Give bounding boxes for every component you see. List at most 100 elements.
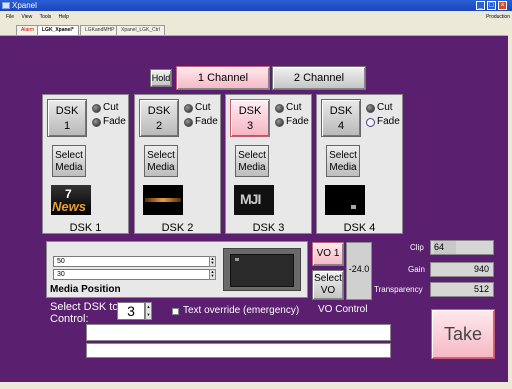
menu-tools[interactable]: Tools bbox=[40, 14, 52, 20]
dsk-1-thumbnail-mark: 7 bbox=[65, 187, 72, 201]
tab-lgkandmhp[interactable]: LGKandMHP bbox=[80, 25, 120, 35]
tab-alarm[interactable]: Alarm bbox=[16, 25, 40, 35]
override-text-line-2[interactable] bbox=[86, 343, 391, 358]
dsk-1-fade-led[interactable] bbox=[92, 118, 101, 127]
dsk-3-button-number: 3 bbox=[246, 120, 254, 132]
media-position-spinner-1[interactable]: ▲ ▼ bbox=[209, 256, 216, 267]
dsk-3-cut-led[interactable] bbox=[275, 104, 284, 113]
dsk-3-fade-led[interactable] bbox=[275, 118, 284, 127]
clip-label: Clip bbox=[410, 243, 424, 252]
media-position-field-2[interactable]: 30 bbox=[53, 269, 210, 280]
dsk-3-select-media-button[interactable]: Select Media bbox=[235, 145, 269, 177]
hold-button[interactable]: Hold bbox=[150, 69, 172, 87]
window-right-edge bbox=[508, 35, 512, 382]
minimize-icon[interactable]: _ bbox=[476, 1, 485, 10]
channel-1-button[interactable]: 1 Channel bbox=[176, 66, 270, 90]
take-button[interactable]: Take bbox=[431, 309, 495, 359]
dsk-panel-2: DSK 2 Cut Fade Select Media DSK 2 bbox=[134, 94, 221, 234]
vo-1-button[interactable]: VO 1 bbox=[312, 242, 344, 266]
dsk-2-thumbnail-graphic bbox=[145, 198, 181, 202]
dsk-1-button-text: DSK bbox=[55, 105, 79, 117]
menu-bar: File View Tools Help Production bbox=[0, 11, 512, 23]
dsk-1-cut-led[interactable] bbox=[92, 104, 101, 113]
preview-indicator-icon bbox=[235, 258, 239, 261]
tab-alarm-label: Alarm bbox=[21, 27, 35, 33]
dsk-4-select-text: Select bbox=[329, 150, 357, 161]
dsk-1-select-media-button[interactable]: Select Media bbox=[52, 145, 86, 177]
select-dsk-label: Select DSK to Control: bbox=[50, 301, 118, 325]
select-dsk-field[interactable]: 3 bbox=[117, 302, 145, 320]
menu-help[interactable]: Help bbox=[59, 14, 69, 20]
override-text-line-1[interactable] bbox=[86, 324, 391, 341]
dsk-1-thumbnail: 7 News bbox=[51, 185, 91, 215]
dsk-1-label: DSK 1 bbox=[69, 222, 102, 234]
title-bar: Xpanel _ □ × bbox=[0, 0, 512, 11]
dsk-3-thumbnail: MJI bbox=[234, 185, 274, 215]
gain-label: Gain bbox=[408, 265, 425, 274]
dsk-2-label: DSK 2 bbox=[161, 222, 194, 234]
tab-lgk-xpanel[interactable]: LGK_Xpanel* bbox=[37, 25, 79, 35]
tab-xpanel-lgk-ctrl-label: Xpanel_LGK_Ctrl bbox=[121, 27, 160, 33]
select-vo-text: Select bbox=[314, 273, 342, 284]
channel-2-button[interactable]: 2 Channel bbox=[272, 66, 366, 90]
vo-control-label: VO Control bbox=[318, 304, 368, 315]
tab-lgk-xpanel-label: LGK_Xpanel* bbox=[42, 27, 74, 33]
media-position-label: Media Position bbox=[50, 284, 121, 295]
transparency-value[interactable]: 512 bbox=[430, 282, 494, 297]
tab-lgkandmhp-label: LGKandMHP bbox=[85, 27, 115, 33]
select-dsk-label-line1: Select DSK to bbox=[50, 301, 119, 313]
dsk-4-fade-label: Fade bbox=[377, 116, 400, 127]
maximize-icon[interactable]: □ bbox=[487, 1, 496, 10]
dsk-4-thumbnail bbox=[325, 185, 365, 215]
dsk-3-select-text: Select bbox=[238, 150, 266, 161]
dsk-4-media-text: Media bbox=[329, 162, 357, 173]
media-position-spinner-2[interactable]: ▲ ▼ bbox=[209, 269, 216, 280]
close-icon[interactable]: × bbox=[498, 1, 507, 10]
tab-xpanel-lgk-ctrl[interactable]: Xpanel_LGK_Ctrl bbox=[116, 25, 165, 35]
select-vo-button[interactable]: Select VO bbox=[312, 270, 344, 300]
dsk-2-thumbnail bbox=[143, 185, 183, 215]
document-tab-bar: Alarm LGK_Xpanel* LGKandMHP Xpanel_LGK_C… bbox=[0, 23, 512, 36]
dsk-panel-1: DSK 1 Cut Fade Select Media 7 News DSK 1 bbox=[42, 94, 129, 234]
menu-view[interactable]: View bbox=[21, 14, 32, 20]
dsk-1-media-text: Media bbox=[55, 162, 83, 173]
vo-level-readout: -24.0 bbox=[346, 242, 372, 300]
text-override-checkbox[interactable] bbox=[172, 308, 179, 315]
dsk-4-button-number: 4 bbox=[337, 120, 345, 132]
menu-file[interactable]: File bbox=[6, 14, 14, 20]
dsk-3-button-text: DSK bbox=[238, 105, 262, 117]
dsk-1-fade-label: Fade bbox=[103, 116, 126, 127]
select-dsk-spinner[interactable]: ▲ ▼ bbox=[145, 302, 152, 320]
dsk-4-cut-led[interactable] bbox=[366, 104, 375, 113]
clip-value[interactable]: 64 bbox=[430, 240, 494, 255]
dsk-2-fade-label: Fade bbox=[195, 116, 218, 127]
dsk-4-select-media-button[interactable]: Select Media bbox=[326, 145, 360, 177]
media-position-field-1[interactable]: 50 bbox=[53, 256, 210, 267]
dsk-4-thumbnail-graphic bbox=[351, 205, 356, 209]
dsk-2-button[interactable]: DSK 2 bbox=[139, 99, 179, 137]
dsk-4-button[interactable]: DSK 4 bbox=[321, 99, 361, 137]
dsk-3-button[interactable]: DSK 3 bbox=[230, 99, 270, 137]
select-vo-vo-text: VO bbox=[320, 285, 336, 296]
dsk-3-label: DSK 3 bbox=[252, 222, 285, 234]
media-position-panel: 50 ▲ ▼ 30 ▲ ▼ Media Position bbox=[46, 241, 308, 298]
dsk-4-fade-led[interactable] bbox=[366, 118, 375, 127]
preview-screen bbox=[230, 254, 294, 287]
dsk-2-button-number: 2 bbox=[155, 120, 163, 132]
app-icon bbox=[2, 2, 10, 9]
dsk-4-label: DSK 4 bbox=[343, 222, 376, 234]
dsk-3-media-text: Media bbox=[238, 162, 266, 173]
dsk-2-cut-led[interactable] bbox=[184, 104, 193, 113]
dsk-1-cut-label: Cut bbox=[103, 102, 119, 113]
dsk-panel-3: DSK 3 Cut Fade Select Media MJI DSK 3 bbox=[225, 94, 312, 234]
dsk-3-cut-label: Cut bbox=[286, 102, 302, 113]
clip-value-text: 64 bbox=[434, 241, 456, 254]
dsk-3-thumbnail-text: MJI bbox=[240, 191, 261, 207]
dsk-2-button-text: DSK bbox=[147, 105, 171, 117]
gain-value[interactable]: 940 bbox=[430, 262, 494, 277]
dsk-4-button-text: DSK bbox=[329, 105, 353, 117]
dsk-2-select-media-button[interactable]: Select Media bbox=[144, 145, 178, 177]
dsk-1-button[interactable]: DSK 1 bbox=[47, 99, 87, 137]
dsk-4-cut-label: Cut bbox=[377, 102, 393, 113]
dsk-2-fade-led[interactable] bbox=[184, 118, 193, 127]
